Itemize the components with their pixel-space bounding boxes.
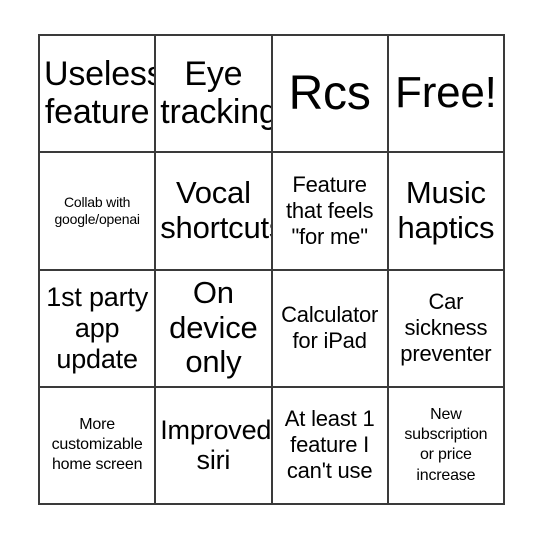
bingo-cell-label: Collab with google/openai [54,193,140,227]
bingo-cell-r4c3[interactable]: At least 1 feature I can't use [272,387,389,505]
bingo-cell-label: Car sickness preventer [400,289,492,367]
bingo-cell-label: 1st party app update [46,281,148,374]
bingo-cell-label: Useless feature [44,55,157,131]
bingo-cell-r4c1[interactable]: More customizable home screen [40,387,157,505]
bingo-cell-label: More customizable home screen [51,416,143,474]
bingo-cell-label: On device only [169,275,258,380]
bingo-cell-r2c3[interactable]: Feature that feels "for me" [272,153,389,271]
bingo-cell-label: Rcs [288,66,371,120]
bingo-cell-r1c4[interactable]: Free! [388,36,505,154]
bingo-card-grid: Useless feature Eye tracking Rcs Free! Colla… [38,34,505,505]
bingo-cell-r1c3[interactable]: Rcs [272,36,389,154]
bingo-cell-r3c1[interactable]: 1st party app update [40,270,157,388]
bingo-cell-r1c1[interactable]: Useless feature [40,36,157,154]
bingo-cell-r1c2[interactable]: Eye tracking [156,36,273,154]
bingo-cell-label: Free! [395,68,497,118]
bingo-cell-label: Vocal shortcuts [160,175,273,245]
bingo-cell-label: Feature that feels "for me" [285,171,374,249]
bingo-cell-r4c2[interactable]: Improved siri [156,387,273,505]
bingo-cell-label: Improved siri [160,414,272,476]
bingo-cell-r3c3[interactable]: Calculator for iPad [272,270,389,388]
bingo-cell-r2c2[interactable]: Vocal shortcuts [156,153,273,271]
bingo-cell-r2c1[interactable]: Collab with google/openai [40,153,157,271]
bingo-cell-label: At least 1 feature I can't use [284,406,375,484]
bingo-cell-label: Music haptics [397,175,495,245]
bingo-cell-label: Eye tracking [160,55,273,131]
bingo-cell-r3c2[interactable]: On device only [156,270,273,388]
bingo-cell-r2c4[interactable]: Music haptics [388,153,505,271]
bingo-cell-label: Calculator for iPad [281,302,379,354]
bingo-cell-r4c4[interactable]: New subscription or price increase [388,387,505,505]
bingo-cell-label: New subscription or price increase [404,406,488,484]
bingo-cell-r3c4[interactable]: Car sickness preventer [388,270,505,388]
